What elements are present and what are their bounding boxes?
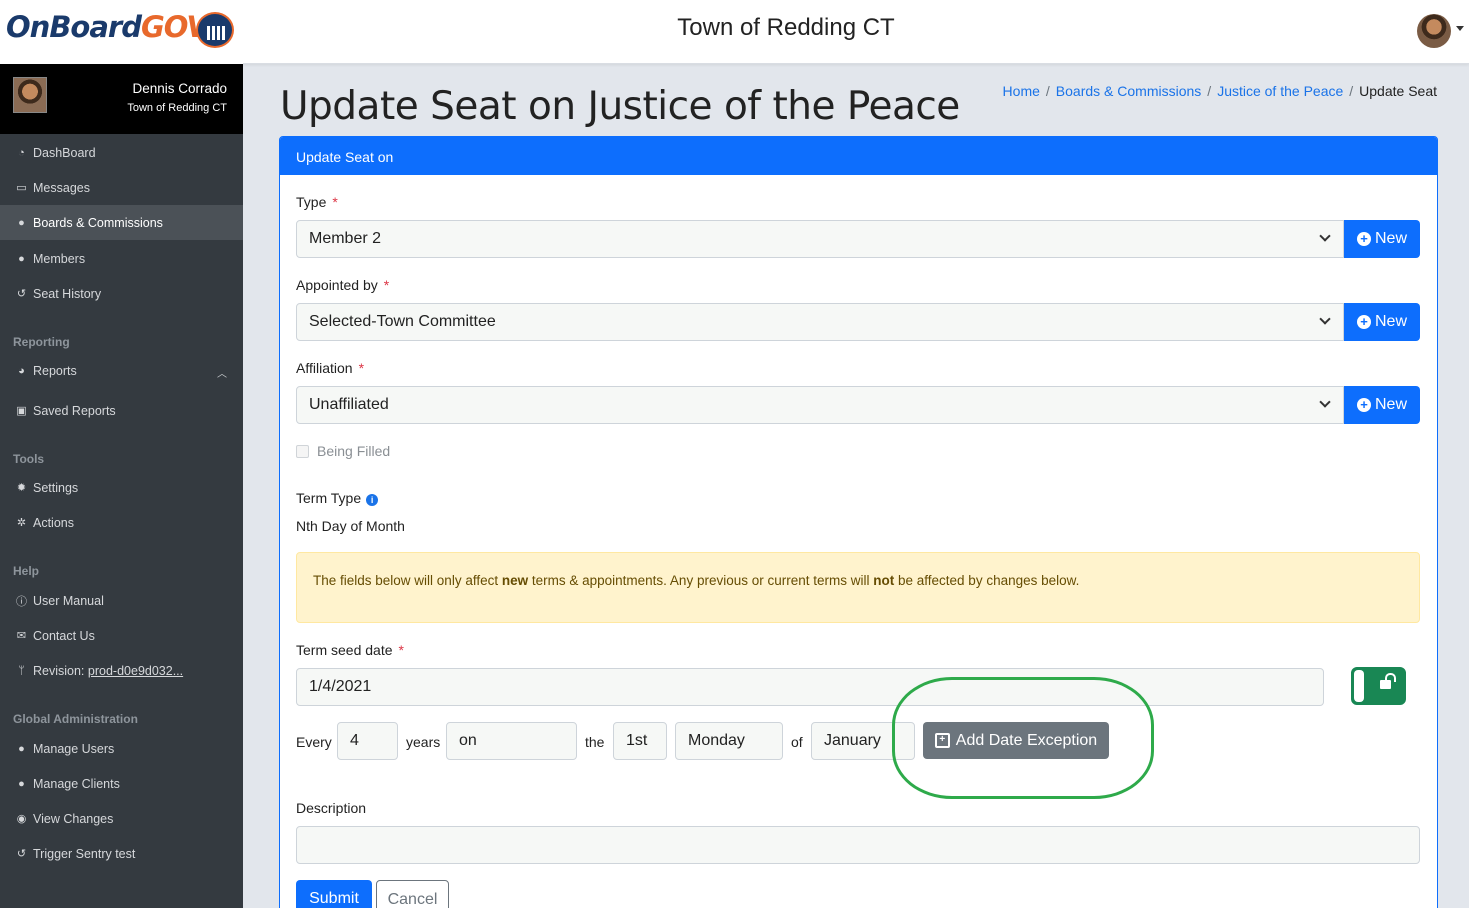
- years-label: years: [406, 734, 441, 750]
- logo-emblem-icon: [196, 12, 234, 48]
- pie-chart-icon: ◕: [18, 364, 25, 377]
- description-label: Description: [296, 800, 367, 816]
- sidebar-header-tools: Tools: [13, 452, 45, 466]
- sidebar-item-boards[interactable]: ● Boards & Commissions: [0, 205, 243, 240]
- sidebar: Dennis Corrado Town of Redding CT ◔ DashB…: [0, 64, 243, 908]
- chevron-down-icon[interactable]: [1456, 26, 1464, 31]
- plus-circle-icon: +: [1356, 315, 1371, 329]
- user-panel: Dennis Corrado Town of Redding CT: [0, 64, 243, 134]
- top-header: OnBoardGOV Town of Redding CT: [0, 0, 1469, 64]
- term-type-value: Nth Day of Month: [296, 518, 405, 534]
- branch-icon: ᛘ: [18, 664, 25, 677]
- breadcrumb-justice[interactable]: Justice of the Peace: [1217, 83, 1343, 99]
- affiliation-select[interactable]: Unaffiliated: [296, 386, 1344, 424]
- appointed-by-label: Appointed by *: [296, 277, 390, 293]
- new-appointed-by-button[interactable]: + New: [1344, 303, 1420, 341]
- info-icon: ⓘ: [16, 595, 27, 608]
- users-icon: ●: [18, 216, 25, 229]
- nth-select[interactable]: 1st: [613, 722, 667, 760]
- of-label: of: [791, 734, 803, 750]
- submit-button[interactable]: Submit: [296, 880, 372, 908]
- new-type-button[interactable]: + New: [1344, 220, 1420, 258]
- chevron-down-icon: [1319, 396, 1331, 408]
- envelope-icon: ✉: [16, 630, 27, 642]
- info-icon[interactable]: i: [366, 494, 379, 506]
- lock-toggle[interactable]: [1351, 667, 1406, 705]
- gears-icon: ✲: [16, 517, 27, 529]
- history-icon: ↺: [16, 288, 27, 300]
- plus-circle-icon: +: [1356, 398, 1371, 412]
- card-title: Update Seat on: [280, 137, 1437, 175]
- cancel-button[interactable]: Cancel: [376, 880, 449, 908]
- save-icon: ▣: [16, 405, 27, 417]
- users-icon: ●: [18, 777, 25, 790]
- sidebar-item-actions[interactable]: ✲ Actions: [0, 505, 243, 540]
- the-label: the: [585, 734, 605, 750]
- chevron-down-icon: [1319, 313, 1331, 325]
- breadcrumb-boards[interactable]: Boards & Commissions: [1056, 83, 1202, 99]
- dashboard-icon: ◔: [18, 146, 25, 159]
- logo[interactable]: OnBoardGOV: [0, 0, 243, 64]
- breadcrumb: Home / Boards & Commissions / Justice of the…: [1002, 83, 1437, 99]
- sidebar-item-user-manual[interactable]: ⓘ User Manual: [0, 583, 243, 618]
- chevron-down-icon: [1319, 230, 1331, 242]
- user-name: Dennis Corrado: [132, 81, 227, 96]
- sidebar-item-trigger-sentry[interactable]: ↺ Trigger Sentry test: [0, 836, 243, 871]
- every-label: Every: [296, 734, 332, 750]
- sidebar-item-settings[interactable]: ✹ Settings: [0, 470, 243, 505]
- sidebar-item-dashboard[interactable]: ◔ DashBoard: [0, 135, 243, 170]
- history-icon: ↺: [16, 848, 27, 860]
- sidebar-item-contact-us[interactable]: ✉ Contact Us: [0, 618, 243, 653]
- warning-alert: The fields below will only affect new te…: [296, 552, 1420, 623]
- sidebar-item-manage-users[interactable]: ● Manage Users: [0, 731, 243, 766]
- weekday-select[interactable]: Monday: [675, 722, 783, 760]
- sidebar-item-manage-clients[interactable]: ● Manage Clients: [0, 766, 243, 801]
- sidebar-item-view-changes[interactable]: ◉ View Changes: [0, 801, 243, 836]
- new-affiliation-button[interactable]: + New: [1344, 386, 1420, 424]
- revision-value[interactable]: prod-d0e9d032...: [88, 664, 183, 678]
- sidebar-header-admin: Global Administration: [13, 712, 138, 726]
- on-select[interactable]: on: [446, 722, 577, 760]
- annotation-highlight-ring: [892, 677, 1154, 799]
- sidebar-item-saved-reports[interactable]: ▣ Saved Reports: [0, 393, 243, 428]
- sidebar-header-reporting: Reporting: [13, 335, 70, 349]
- user-icon: ●: [18, 252, 25, 265]
- affiliation-label: Affiliation *: [296, 360, 365, 376]
- chevron-up-icon[interactable]: ︿: [217, 365, 227, 380]
- site-title: Town of Redding CT: [677, 14, 895, 41]
- eye-icon: ◉: [16, 813, 27, 825]
- being-filled-checkbox[interactable]: [296, 445, 309, 458]
- logo-text-on: On: [6, 10, 50, 44]
- breadcrumb-home[interactable]: Home: [1003, 83, 1040, 99]
- every-years-input[interactable]: 4: [337, 722, 398, 760]
- term-type-label: Term Type i: [296, 490, 379, 506]
- page-title: Update Seat on Justice of the Peace: [280, 84, 960, 129]
- user-menu-avatar[interactable]: [1417, 14, 1451, 48]
- avatar: [13, 77, 47, 113]
- sidebar-item-seat-history[interactable]: ↺ Seat History: [0, 276, 243, 311]
- breadcrumb-current: Update Seat: [1359, 83, 1437, 99]
- sidebar-item-reports[interactable]: ◕ Reports ︿: [0, 353, 243, 388]
- sidebar-item-members[interactable]: ● Members: [0, 241, 243, 276]
- logo-text-board: Board: [49, 10, 142, 44]
- sidebar-item-messages[interactable]: ▭ Messages: [0, 170, 243, 205]
- term-seed-date-input[interactable]: 1/4/2021: [296, 668, 1324, 706]
- description-input[interactable]: [296, 826, 1420, 864]
- sidebar-header-help: Help: [13, 564, 40, 578]
- type-select[interactable]: Member 2: [296, 220, 1344, 258]
- unlock-icon: [1380, 673, 1396, 689]
- sidebar-item-revision[interactable]: ᛘ Revision: prod-d0e9d032...: [0, 653, 243, 688]
- appointed-by-select[interactable]: Selected-Town Committee: [296, 303, 1344, 341]
- term-seed-date-label: Term seed date *: [296, 642, 404, 658]
- user-icon: ●: [18, 742, 25, 755]
- gear-icon: ✹: [16, 482, 27, 494]
- user-org: Town of Redding CT: [127, 102, 227, 114]
- inbox-icon: ▭: [16, 182, 27, 194]
- plus-circle-icon: +: [1356, 232, 1371, 246]
- being-filled-label: Being Filled: [317, 443, 391, 459]
- type-label: Type *: [296, 194, 338, 210]
